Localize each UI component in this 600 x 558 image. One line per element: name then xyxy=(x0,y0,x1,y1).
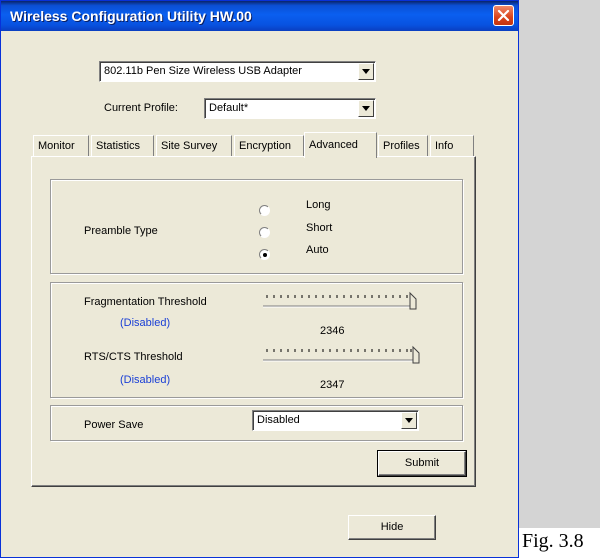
wireless-config-window: Wireless Configuration Utility HW.00 802… xyxy=(0,0,519,558)
fragmentation-status: (Disabled) xyxy=(120,317,171,329)
hide-button[interactable]: Hide xyxy=(348,515,436,540)
chevron-down-icon xyxy=(362,106,370,111)
tab-label: Site Survey xyxy=(161,140,218,152)
preamble-type-label: Preamble Type xyxy=(84,225,158,237)
profile-select-value: Default* xyxy=(209,102,249,114)
tab-label: Info xyxy=(435,140,454,152)
current-profile-label: Current Profile: xyxy=(104,102,178,114)
submit-button-label: Submit xyxy=(404,457,440,469)
tab-label: Advanced xyxy=(309,139,358,151)
tab-label: Encryption xyxy=(239,140,291,152)
threshold-group: Fragmentation Threshold (Disabled) 2346 … xyxy=(50,282,463,398)
submit-button[interactable]: Submit xyxy=(377,450,467,477)
tab-monitor[interactable]: Monitor xyxy=(33,135,89,157)
tab-advanced[interactable]: Advanced xyxy=(304,132,377,158)
radio-selected-dot xyxy=(263,253,267,257)
preamble-group: Preamble Type Long Short Auto xyxy=(50,179,463,274)
fragmentation-threshold-label: Fragmentation Threshold xyxy=(84,296,207,308)
power-save-select-value: Disabled xyxy=(257,414,300,426)
radio-short-label[interactable]: Short xyxy=(306,222,332,234)
rts-cts-slider[interactable] xyxy=(261,343,421,365)
power-save-group: Power Save Disabled xyxy=(50,405,463,441)
tab-profiles[interactable]: Profiles xyxy=(378,135,428,157)
window-title: Wireless Configuration Utility HW.00 xyxy=(10,8,252,24)
figure-caption: Fig. 3.8 xyxy=(522,530,584,552)
rts-cts-status: (Disabled) xyxy=(120,374,171,386)
advanced-panel: Preamble Type Long Short Auto Fragmentat… xyxy=(31,156,476,487)
adapter-select[interactable]: 802.11b Pen Size Wireless USB Adapter xyxy=(99,61,376,82)
tab-label: Profiles xyxy=(383,140,420,152)
radio-auto-label[interactable]: Auto xyxy=(306,244,329,256)
power-save-dropdown-arrow[interactable] xyxy=(401,412,417,429)
adapter-dropdown-arrow[interactable] xyxy=(358,63,374,80)
fragmentation-value: 2346 xyxy=(320,325,345,337)
tab-site-survey[interactable]: Site Survey xyxy=(156,135,232,157)
hide-button-label: Hide xyxy=(380,521,404,533)
profile-select[interactable]: Default* xyxy=(204,98,376,119)
fragmentation-slider[interactable] xyxy=(261,289,421,311)
power-save-select[interactable]: Disabled xyxy=(252,410,419,431)
tab-statistics[interactable]: Statistics xyxy=(91,135,154,157)
close-button[interactable] xyxy=(493,5,514,26)
close-icon xyxy=(497,9,510,22)
tab-label: Statistics xyxy=(96,140,141,152)
radio-long-label[interactable]: Long xyxy=(306,199,330,211)
chevron-down-icon xyxy=(405,418,413,423)
rts-cts-value: 2347 xyxy=(320,379,345,391)
adapter-select-value: 802.11b Pen Size Wireless USB Adapter xyxy=(104,65,302,77)
chevron-down-icon xyxy=(362,69,370,74)
profile-dropdown-arrow[interactable] xyxy=(358,100,374,117)
rts-cts-threshold-label: RTS/CTS Threshold xyxy=(84,351,183,363)
title-bar[interactable]: Wireless Configuration Utility HW.00 xyxy=(1,1,518,31)
radio-short[interactable] xyxy=(259,227,270,238)
tab-encryption[interactable]: Encryption xyxy=(234,135,304,157)
radio-long[interactable] xyxy=(259,205,270,216)
radio-auto[interactable] xyxy=(259,249,270,260)
tab-label: Monitor xyxy=(38,140,75,152)
power-save-label: Power Save xyxy=(84,419,144,431)
background-area xyxy=(519,0,600,528)
tab-info[interactable]: Info xyxy=(430,135,474,157)
